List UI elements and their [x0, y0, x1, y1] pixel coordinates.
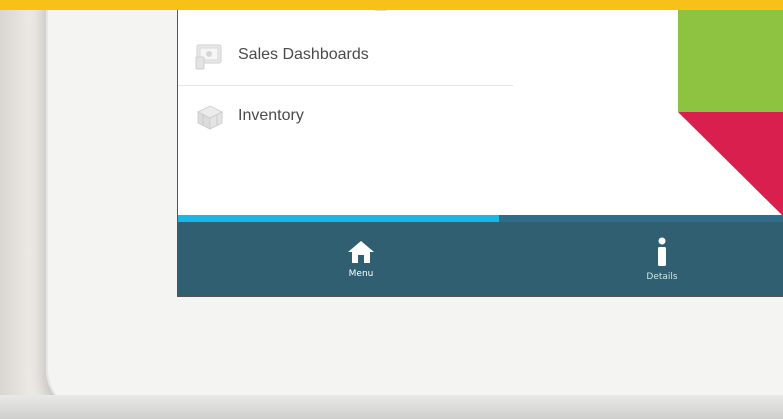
app-screen: Sales Dashboards Inventory Menu Details	[178, 0, 783, 296]
bottom-tab-bar: Menu Details	[178, 222, 783, 296]
menu-item-label: Sales Dashboards	[238, 46, 369, 63]
menu-item-sales-dashboards[interactable]: Sales Dashboards	[178, 25, 513, 86]
boxes-icon	[194, 100, 226, 132]
red-tile[interactable]	[678, 112, 783, 216]
menu-item-label: Inventory	[238, 107, 304, 124]
green-tile[interactable]	[678, 0, 783, 112]
home-icon	[348, 240, 374, 263]
menu-item-inventory[interactable]: Inventory	[178, 86, 513, 146]
tab-menu[interactable]: Menu	[281, 222, 441, 296]
tab-details[interactable]: Details	[582, 222, 742, 296]
info-icon	[658, 237, 666, 266]
progress-bar	[178, 215, 783, 222]
tab-label: Details	[646, 271, 678, 282]
tab-label: Menu	[348, 268, 374, 279]
yellow-top-band	[0, 0, 783, 10]
dashboard-icon	[194, 39, 226, 71]
progress-bar-fill	[178, 215, 499, 222]
tablet-bottom-rim	[0, 395, 783, 419]
